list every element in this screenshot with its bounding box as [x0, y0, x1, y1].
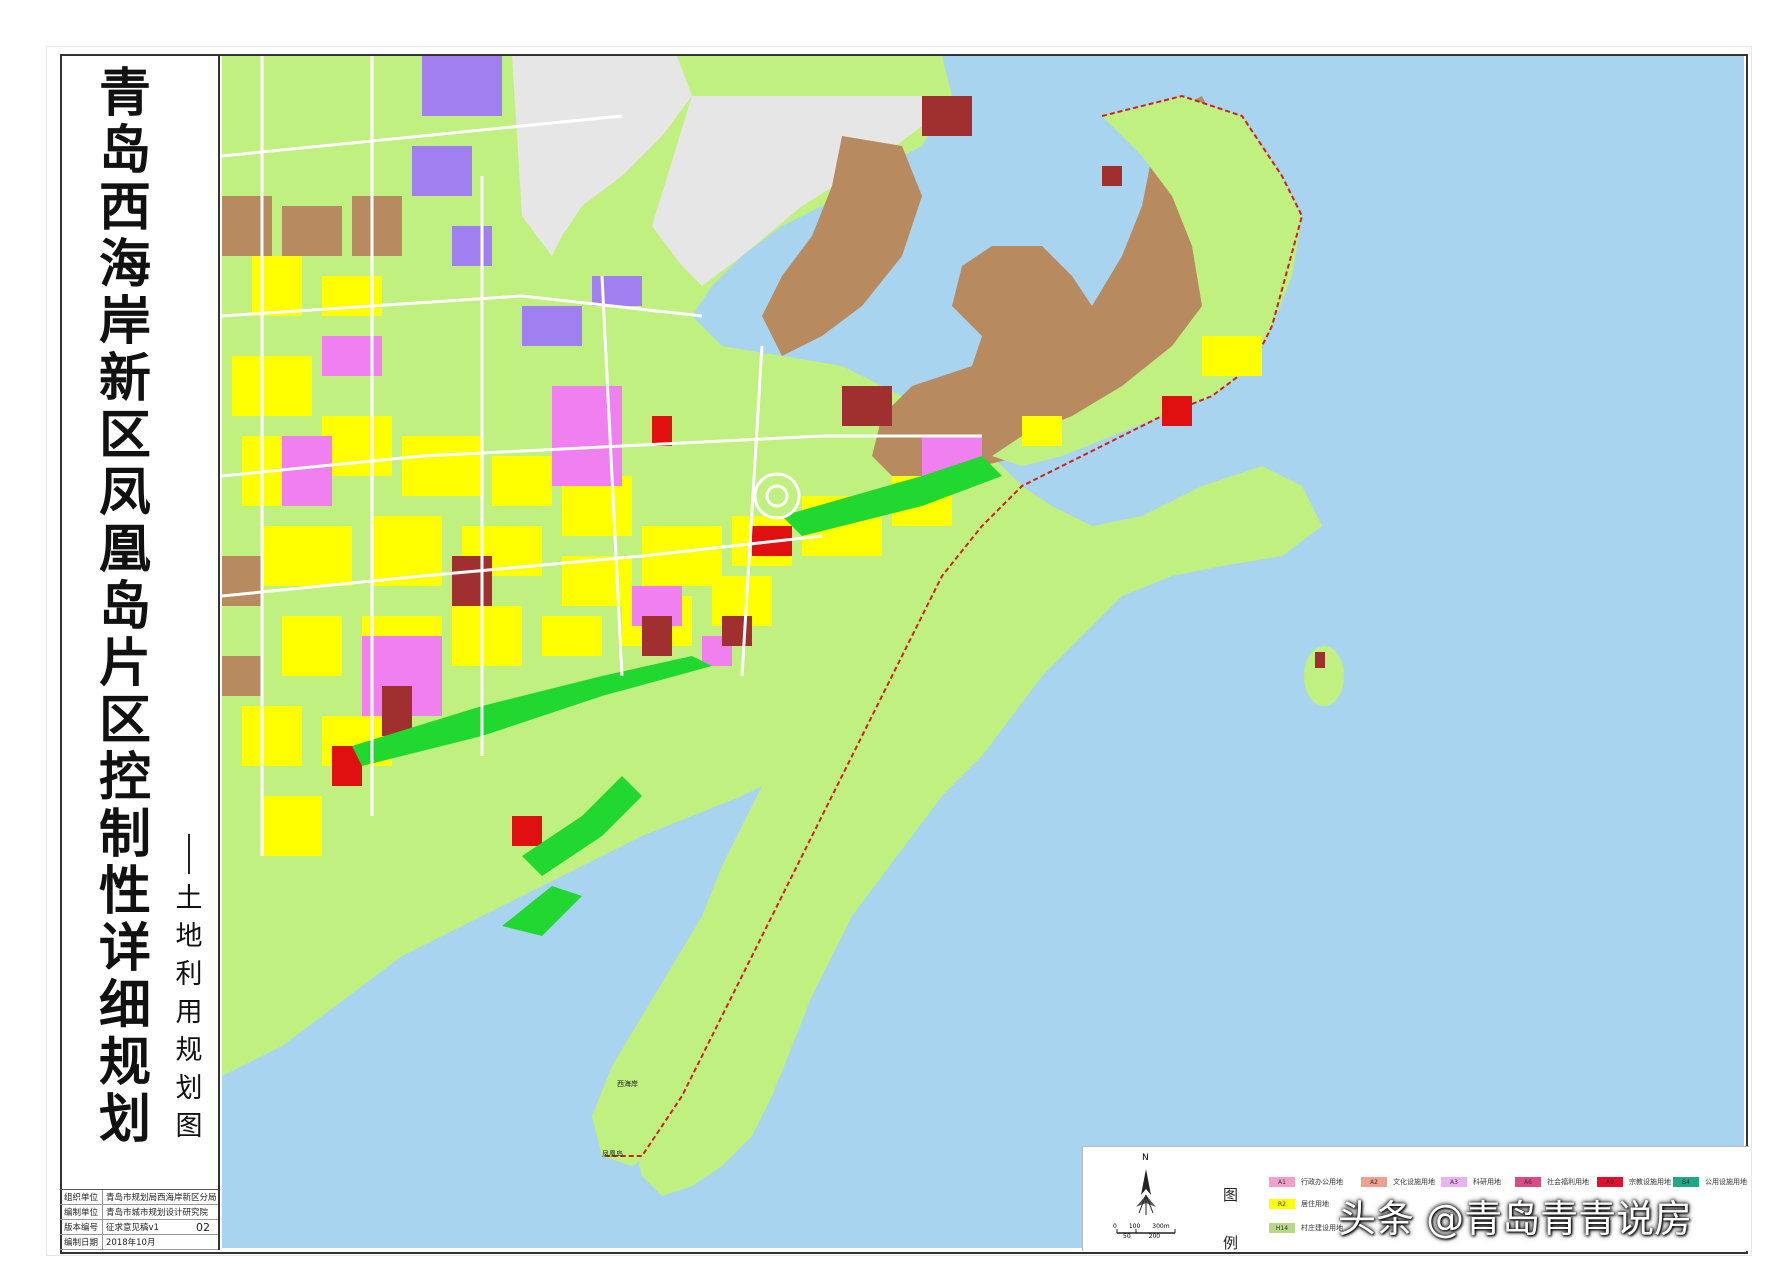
info-value: 2018年10月 [106, 1238, 156, 1248]
legend-swatch: A2 [1361, 1177, 1387, 1187]
info-key: 编制日期 [60, 1235, 103, 1249]
north-arrow-icon [1116, 1169, 1176, 1234]
island-building [1315, 652, 1325, 668]
legend-swatch: A3 [1441, 1177, 1467, 1187]
subtitle-divider [188, 834, 190, 874]
info-key: 版本编号 [60, 1220, 103, 1234]
legend-item: A1 行政办公用地 [1269, 1177, 1343, 1187]
scale-tick: 100 [1128, 1223, 1141, 1230]
legend-swatch: A6 [1515, 1177, 1541, 1187]
legend-label: 居住用地 [1301, 1200, 1329, 1208]
north-label: N [1142, 1153, 1149, 1163]
info-key: 组织单位 [60, 1190, 103, 1204]
place-label: 西海岸 [617, 1079, 638, 1088]
legend-swatch: B4 [1673, 1177, 1699, 1187]
legend-item: R2 居住用地 [1269, 1199, 1329, 1209]
legend-label: 行政办公用地 [1301, 1178, 1343, 1186]
watermark: 头条 @青岛青青说房 [1338, 1197, 1693, 1241]
scale-tick: 50 [1123, 1233, 1131, 1240]
map-canvas: 西海岸 凤凰岛 [222, 56, 1744, 1248]
legend-label: 村庄建设用地 [1301, 1224, 1343, 1232]
legend-label: 科研用地 [1473, 1178, 1501, 1186]
legend-swatch: R2 [1269, 1199, 1295, 1209]
legend-item: A9 宗教设施用地 [1597, 1177, 1671, 1187]
legend-item: B4 公用设施用地 [1673, 1177, 1747, 1187]
info-key: 编制单位 [60, 1205, 103, 1219]
land-use-map: 西海岸 凤凰岛 [222, 56, 1744, 1248]
map-subtitle: 土地利用规划图 [175, 883, 203, 1142]
legend-label: 公用设施用地 [1705, 1178, 1747, 1186]
title-block: 青岛西海岸新区凤凰岛片区控制性详细规划 土地利用规划图 组织单位 青岛市规划局西… [60, 54, 220, 1250]
scale-tick: 0 [1113, 1223, 1117, 1230]
legend-item: A3 科研用地 [1441, 1177, 1501, 1187]
scale-tick: 200 [1148, 1233, 1161, 1240]
scale-top: 0 100 300m [1113, 1223, 1170, 1230]
legend-swatch: A9 [1597, 1177, 1623, 1187]
info-value: 青岛市规划局西海岸新区分局 [106, 1193, 217, 1203]
legend-swatch: H14 [1269, 1223, 1295, 1233]
info-row: 组织单位 青岛市规划局西海岸新区分局 [60, 1190, 218, 1205]
place-label: 凤凰岛 [602, 1149, 623, 1158]
info-table: 组织单位 青岛市规划局西海岸新区分局 编制单位 青岛市城市规划设计研究院 版本编… [60, 1189, 218, 1250]
subtitle-column: 土地利用规划图 [172, 834, 206, 1146]
info-row: 编制单位 青岛市城市规划设计研究院 [60, 1205, 218, 1220]
legend-label: 文化设施用地 [1393, 1178, 1435, 1186]
legend-item: A6 社会福利用地 [1515, 1177, 1589, 1187]
scale-tick: 300m [1152, 1223, 1170, 1230]
map-title: 青岛西海岸新区凤凰岛片区控制性详细规划 [98, 64, 151, 1150]
legend-heading: 图例 [1223, 1186, 1239, 1252]
legend-label: 宗教设施用地 [1629, 1178, 1671, 1186]
compass-scale: N 0 100 300m 50 200 [1111, 1153, 1181, 1243]
scale-bottom: 50 200 [1123, 1233, 1160, 1240]
legend-swatch: A1 [1269, 1177, 1295, 1187]
legend-item: A2 文化设施用地 [1361, 1177, 1435, 1187]
sheet-number: 02 [196, 1221, 210, 1234]
legend-label: 社会福利用地 [1547, 1178, 1589, 1186]
info-value: 青岛市城市规划设计研究院 [106, 1208, 209, 1218]
legend-item: H14 村庄建设用地 [1269, 1223, 1343, 1233]
info-row: 版本编号 征求意见稿v1 [60, 1220, 218, 1235]
info-row: 编制日期 2018年10月 [60, 1235, 218, 1250]
